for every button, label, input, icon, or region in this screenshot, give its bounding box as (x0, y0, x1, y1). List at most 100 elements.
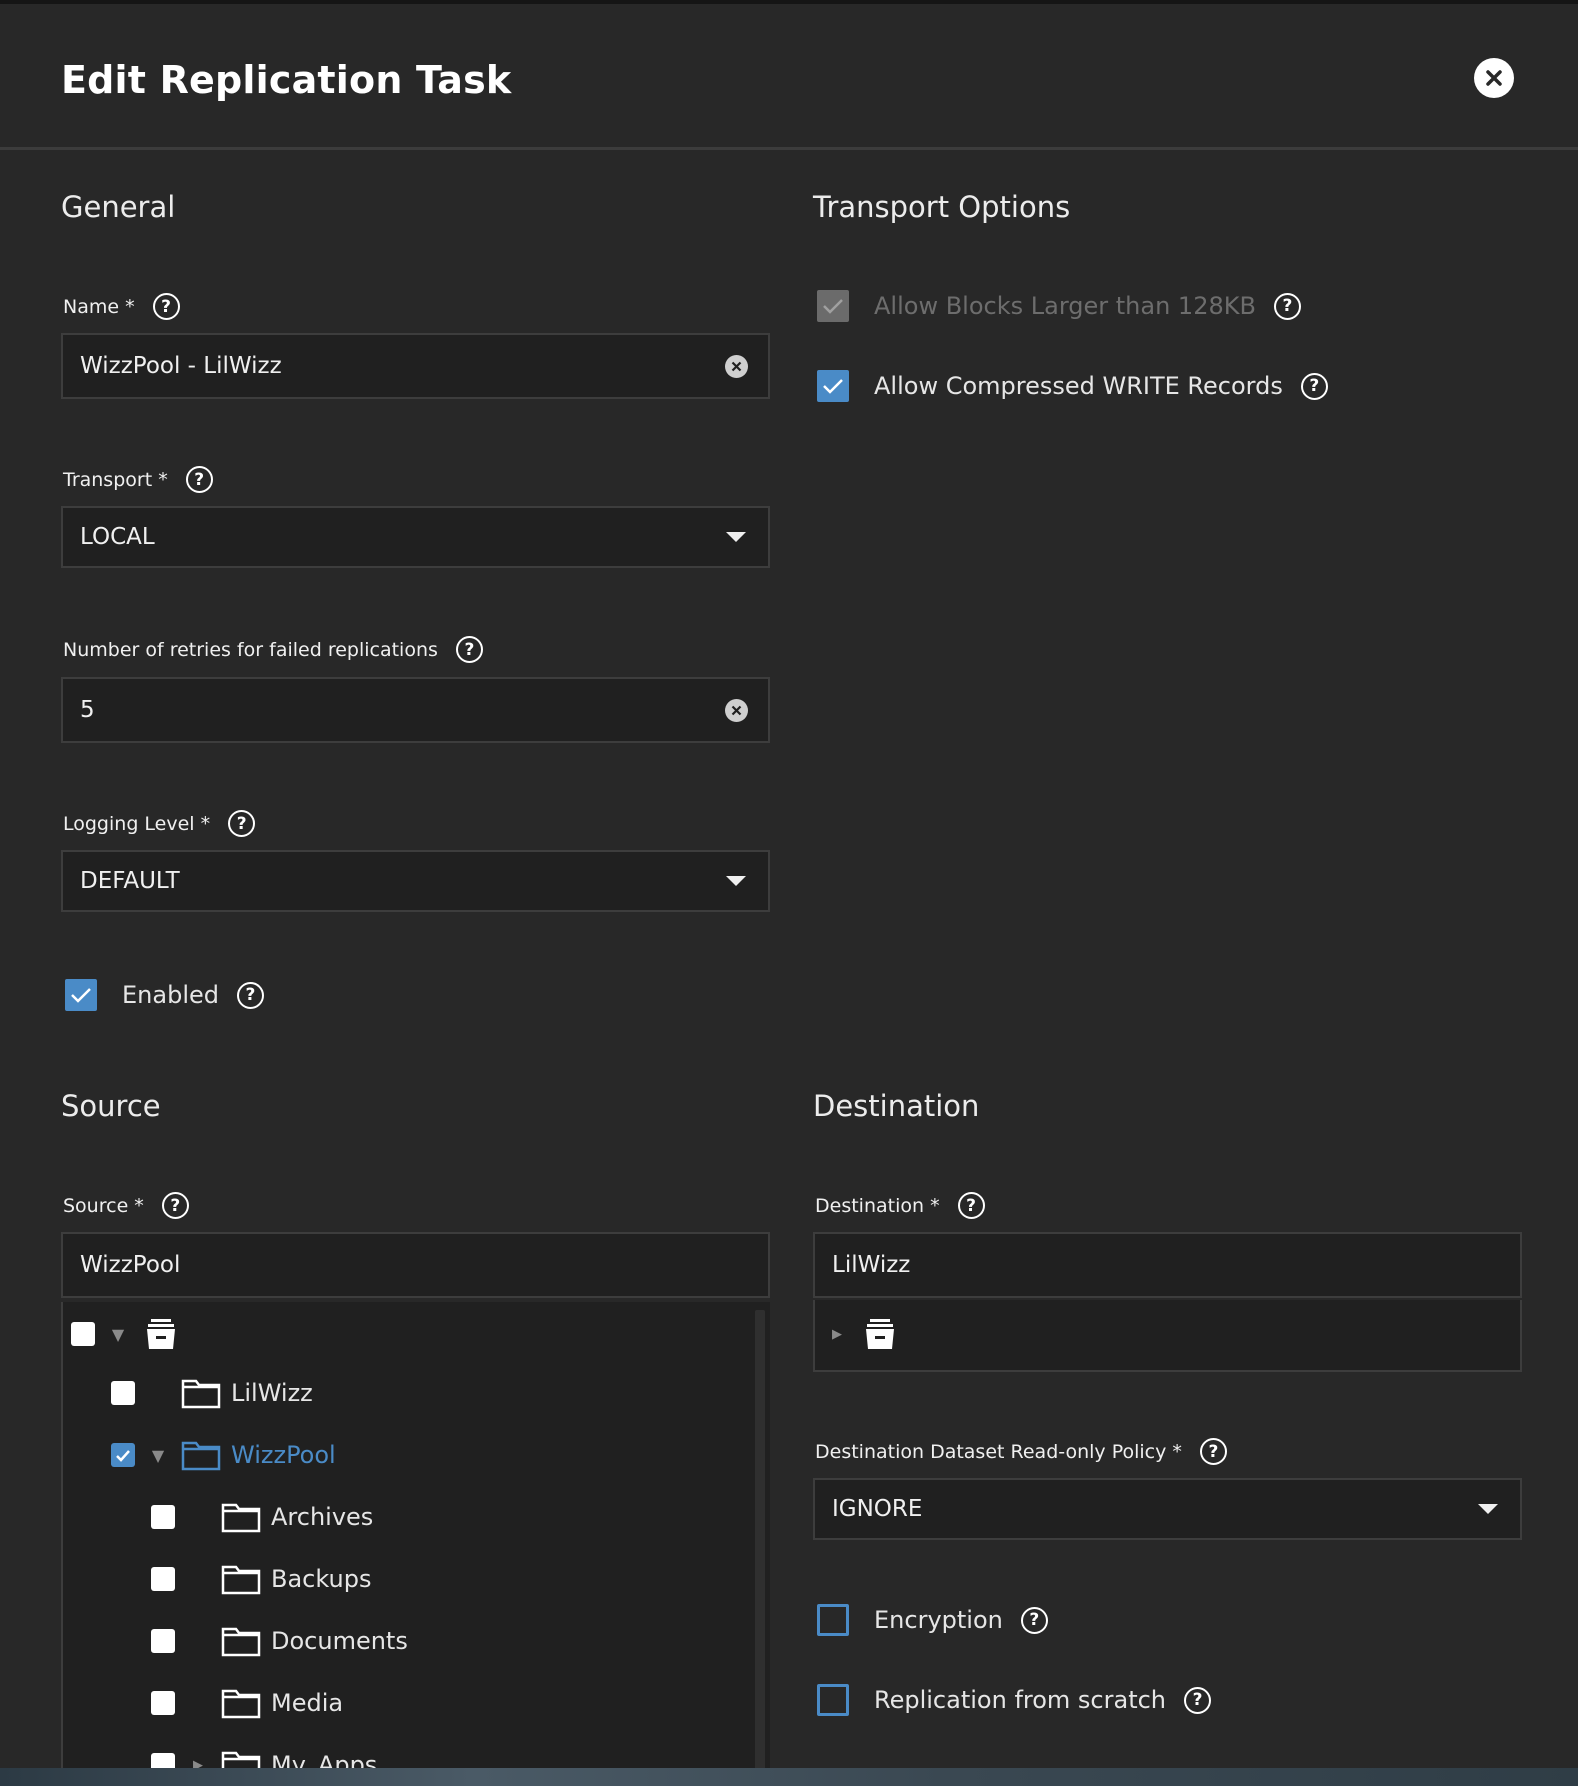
pool-icon (866, 1319, 894, 1349)
folder-icon (221, 1503, 261, 1533)
source-field[interactable]: WizzPool (61, 1232, 770, 1298)
expand-arrow-icon[interactable]: ▼ (108, 1324, 128, 1344)
from-scratch-checkbox[interactable] (817, 1684, 849, 1716)
tree-node-label: Documents (271, 1627, 408, 1655)
chevron-down-icon (726, 876, 746, 886)
destination-field[interactable]: LilWizz (813, 1232, 1522, 1298)
from-scratch-row[interactable]: Replication from scratch ? (817, 1684, 1212, 1716)
dialog-header: Edit Replication Task (0, 4, 1578, 150)
tree-node-root[interactable]: ▼ (71, 1314, 179, 1354)
transport-label: Transport * ? (63, 466, 213, 493)
compressed-row[interactable]: Allow Compressed WRITE Records ? (817, 370, 1328, 402)
help-icon[interactable]: ? (161, 1192, 189, 1219)
name-label: Name * ? (63, 293, 180, 320)
logging-value: DEFAULT (80, 868, 180, 894)
chevron-down-icon (1478, 1504, 1498, 1514)
help-icon[interactable]: ? (228, 810, 256, 837)
tree-node-label: WizzPool (231, 1441, 336, 1469)
tree-checkbox[interactable] (151, 1753, 175, 1768)
compressed-label: Allow Compressed WRITE Records (874, 372, 1283, 400)
tree-checkbox[interactable] (111, 1443, 135, 1467)
large-blocks-label: Allow Blocks Larger than 128KB (874, 292, 1256, 320)
tree-checkbox[interactable] (111, 1381, 135, 1405)
enabled-checkbox[interactable] (65, 979, 97, 1011)
expand-arrow-icon[interactable]: ▼ (148, 1445, 168, 1465)
help-icon[interactable]: ? (1273, 292, 1301, 320)
desktop-background (0, 1768, 1578, 1786)
help-icon[interactable]: ? (1020, 1606, 1048, 1634)
scrollbar[interactable] (755, 1310, 765, 1768)
tree-node-label: LilWizz (231, 1379, 313, 1407)
encryption-row[interactable]: Encryption ? (817, 1604, 1048, 1636)
help-icon[interactable]: ? (1300, 372, 1328, 400)
retries-field[interactable]: 5 (61, 677, 770, 743)
transport-value: LOCAL (80, 524, 155, 550)
tree-checkbox[interactable] (151, 1691, 175, 1715)
tree-node-my-apps[interactable]: ▶ My_Apps (151, 1745, 377, 1768)
tree-node-root[interactable]: ▶ (827, 1314, 898, 1354)
tree-checkbox[interactable] (151, 1505, 175, 1529)
folder-icon (221, 1689, 261, 1719)
logging-select[interactable]: DEFAULT (61, 850, 770, 912)
checkmark-icon (823, 299, 843, 314)
clear-icon[interactable] (725, 699, 748, 722)
close-button[interactable] (1474, 58, 1514, 98)
expand-arrow-icon[interactable]: ▶ (188, 1755, 208, 1769)
from-scratch-label: Replication from scratch (874, 1686, 1167, 1714)
edit-replication-dialog: Edit Replication Task General Name * ? W… (0, 4, 1578, 1768)
help-icon[interactable]: ? (236, 981, 264, 1009)
checkmark-icon (116, 1449, 130, 1462)
name-field[interactable]: WizzPool - LilWizz (61, 333, 770, 399)
help-icon[interactable]: ? (152, 293, 180, 320)
logging-label: Logging Level * ? (63, 810, 256, 837)
close-icon (1486, 70, 1502, 86)
tree-node-lilwizz[interactable]: LilWizz (111, 1373, 313, 1413)
tree-node-media[interactable]: Media (151, 1683, 343, 1723)
readonly-policy-select[interactable]: IGNORE (813, 1478, 1522, 1540)
compressed-checkbox[interactable] (817, 370, 849, 402)
large-blocks-checkbox (817, 290, 849, 322)
large-blocks-row: Allow Blocks Larger than 128KB ? (817, 290, 1301, 322)
transport-select[interactable]: LOCAL (61, 506, 770, 568)
tree-node-label: Backups (271, 1565, 372, 1593)
tree-checkbox[interactable] (151, 1629, 175, 1653)
encryption-label: Encryption (874, 1606, 1003, 1634)
tree-node-documents[interactable]: Documents (151, 1621, 408, 1661)
enabled-checkbox-row[interactable]: Enabled ? (65, 979, 264, 1011)
destination-label: Destination * ? (815, 1192, 985, 1219)
general-section-title: General (61, 190, 176, 224)
tree-node-wizzpool[interactable]: ▼ WizzPool (111, 1435, 336, 1475)
destination-section-title: Destination (813, 1089, 980, 1123)
retries-value: 5 (80, 697, 95, 723)
source-label: Source * ? (63, 1192, 189, 1219)
help-icon[interactable]: ? (1199, 1438, 1227, 1465)
retries-label: Number of retries for failed replication… (63, 636, 483, 663)
chevron-down-icon (726, 532, 746, 542)
help-icon[interactable]: ? (185, 466, 213, 493)
source-tree: ▼ LilWizz ▼ WizzPool Archives Backups Do… (61, 1302, 770, 1768)
tree-node-archives[interactable]: Archives (151, 1497, 373, 1537)
transport-options-title: Transport Options (813, 190, 1071, 224)
pool-icon (147, 1319, 175, 1349)
folder-icon (181, 1441, 221, 1471)
destination-tree: ▶ (813, 1300, 1522, 1372)
help-icon[interactable]: ? (957, 1192, 985, 1219)
encryption-checkbox[interactable] (817, 1604, 849, 1636)
source-section-title: Source (61, 1089, 161, 1123)
tree-node-label: Archives (271, 1503, 374, 1531)
help-icon[interactable]: ? (1184, 1686, 1212, 1714)
tree-node-label: My_Apps (271, 1751, 378, 1768)
tree-checkbox[interactable] (71, 1322, 95, 1346)
destination-value: LilWizz (832, 1252, 911, 1278)
expand-arrow-icon[interactable]: ▶ (827, 1324, 847, 1344)
clear-icon[interactable] (725, 355, 748, 378)
name-value: WizzPool - LilWizz (80, 353, 282, 379)
folder-icon (181, 1379, 221, 1409)
help-icon[interactable]: ? (455, 636, 483, 663)
dialog-title: Edit Replication Task (61, 58, 512, 102)
tree-checkbox[interactable] (151, 1567, 175, 1591)
readonly-policy-value: IGNORE (832, 1496, 923, 1522)
checkmark-icon (823, 379, 843, 394)
source-value: WizzPool (80, 1252, 181, 1278)
tree-node-backups[interactable]: Backups (151, 1559, 371, 1599)
